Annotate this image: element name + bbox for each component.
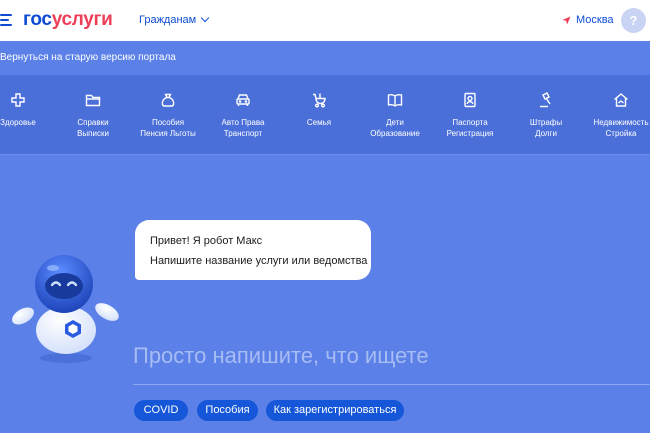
quick-chip-benefits[interactable]: Пособия [197, 400, 258, 421]
audience-selector[interactable]: Гражданам [139, 13, 210, 27]
search-input[interactable]: Просто напишите, что ищете [133, 342, 429, 370]
category-auto[interactable]: Авто Права Транспорт [208, 92, 278, 139]
folder-icon [85, 92, 101, 108]
quick-chip-register[interactable]: Как зарегистрироваться [266, 400, 404, 421]
car-icon [235, 92, 251, 108]
category-health[interactable]: Здоровье [0, 92, 53, 128]
category-realty[interactable]: Недвижимость Стройка [586, 92, 650, 139]
house-icon [613, 92, 629, 108]
location-label: Москва [576, 14, 614, 26]
search-underline [133, 384, 650, 385]
location-arrow-icon [562, 15, 571, 25]
robot-max-illustration [12, 255, 119, 363]
stroller-icon [311, 92, 327, 108]
category-children[interactable]: Дети Образование [360, 92, 430, 139]
gosuslugi-logo[interactable]: госуслуги [23, 9, 113, 31]
old-version-bar: Вернуться на старую версию портала [0, 41, 650, 75]
audience-label: Гражданам [139, 14, 197, 26]
assistant-prompt: Напишите название услуги или ведомства [150, 255, 368, 267]
book-icon [387, 92, 403, 108]
chevron-down-icon [200, 13, 210, 23]
category-certificates[interactable]: Справки Выписки [58, 92, 128, 139]
assistant-greeting: Привет! Я робот Макс [150, 235, 263, 247]
old-version-link[interactable]: Вернуться на старую версию портала [0, 52, 176, 64]
plus-icon [10, 92, 26, 108]
category-passports[interactable]: Паспорта Регистрация [435, 92, 505, 139]
passport-icon [462, 92, 478, 108]
category-family[interactable]: Семья [284, 92, 354, 128]
category-fines[interactable]: Штрафы Долги [511, 92, 581, 139]
gavel-icon [538, 92, 554, 108]
quick-chip-covid[interactable]: COVID [134, 400, 188, 421]
assistant-speech-bubble: Привет! Я робот Макс Напишите название у… [135, 220, 371, 280]
money-bag-icon [160, 92, 176, 108]
location-selector[interactable]: Москва [562, 13, 614, 27]
help-button[interactable]: ? [621, 8, 646, 33]
menu-icon[interactable] [0, 14, 13, 26]
category-benefits[interactable]: Пособия Пенсия Льготы [133, 92, 203, 139]
top-header: госуслуги Гражданам Москва ? [0, 0, 650, 41]
